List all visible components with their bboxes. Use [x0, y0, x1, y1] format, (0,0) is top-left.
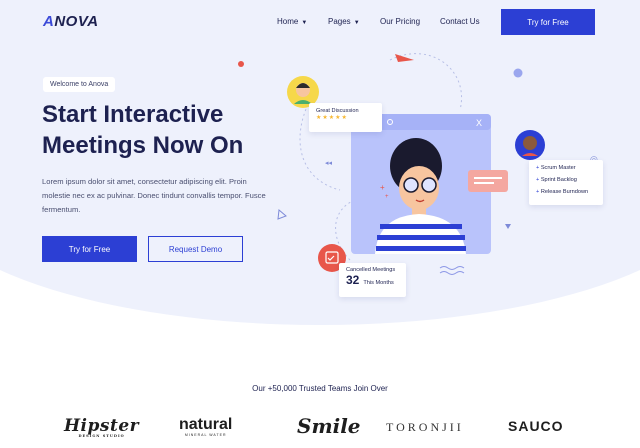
- brand-logo-hipster: Hipster DESIGN STUDIO: [64, 416, 139, 438]
- wave-shape: [439, 271, 465, 275]
- hero-section: ANOVA Home ▼ Pages ▼ Our Pricing Contact U…: [0, 0, 640, 448]
- shirt-stripe: [380, 224, 462, 229]
- shirt-stripe: [376, 246, 466, 251]
- glasses-left: [403, 177, 419, 193]
- chat-bubble-icon: [468, 170, 508, 192]
- wave-shape: [439, 266, 465, 270]
- agenda-list: Scrum Master Sprint Backlog Release Burn…: [536, 162, 596, 198]
- brand-hipster-name: Hipster: [64, 416, 140, 436]
- brand-logo-sauco: SAUCO: [508, 418, 564, 434]
- logo-mark: A: [43, 13, 55, 30]
- agenda-item: Release Burndown: [536, 186, 596, 198]
- red-dot: [238, 61, 244, 67]
- welcome-badge: Welcome to Anova: [43, 77, 116, 92]
- plus-icon: +: [380, 183, 385, 192]
- blue-dot: [513, 68, 523, 78]
- cancelled-count: 32: [346, 273, 360, 287]
- rating-stars-icon: ★★★★★: [316, 115, 348, 121]
- glasses-right: [421, 177, 437, 193]
- agenda-card: Scrum Master Sprint Backlog Release Burn…: [529, 160, 603, 205]
- shirt-stripe: [377, 235, 465, 240]
- brand-natural-tag: MINERAL WATER: [184, 433, 227, 437]
- plus-icon: +: [385, 194, 389, 200]
- chat-line: [474, 177, 502, 179]
- nav-home[interactable]: Home ▼: [277, 17, 307, 26]
- cancelled-period: This Months: [363, 280, 394, 286]
- nav-pages[interactable]: Pages ▼: [328, 17, 360, 26]
- avatar-face-small: [523, 136, 537, 150]
- cancelled-meetings-card: Cancelled Meetings 32 This Months: [339, 263, 406, 297]
- triangle-shape: [277, 209, 287, 220]
- chat-line: [474, 182, 494, 184]
- triangle-shape: [505, 224, 511, 229]
- arrow-icon: ◂◂: [325, 160, 333, 167]
- agenda-item: Sprint Backlog: [536, 174, 596, 186]
- chevron-down-icon: ▼: [353, 20, 360, 26]
- nav-pricing[interactable]: Our Pricing: [380, 17, 420, 26]
- logo-text: NOVA: [54, 13, 99, 30]
- logo[interactable]: ANOVA: [43, 13, 99, 30]
- brand-logo-natural: natural MINERAL WATER: [179, 416, 232, 437]
- request-demo-button[interactable]: Request Demo: [148, 236, 243, 262]
- brand-natural-name: natural: [179, 416, 233, 433]
- try-free-button[interactable]: Try for Free: [42, 236, 137, 262]
- trusted-heading: Our +50,000 Trusted Teams Join Over: [252, 384, 388, 393]
- chevron-down-icon: ▼: [301, 20, 308, 26]
- window-close-icon[interactable]: X: [476, 118, 482, 128]
- discussion-card: Great Discussion ★★★★★: [309, 103, 382, 132]
- nav-pages-label: Pages: [328, 17, 351, 26]
- nav-contact[interactable]: Contact Us: [440, 17, 480, 26]
- agenda-item: Scrum Master: [536, 162, 596, 174]
- brand-logo-smile: Smile: [297, 414, 361, 438]
- nav-try-free-button[interactable]: Try for Free: [501, 9, 595, 35]
- nav-home-label: Home: [277, 17, 299, 26]
- dashed-curve: [389, 53, 462, 111]
- brand-logo-toronjii: TORONJII: [386, 420, 464, 434]
